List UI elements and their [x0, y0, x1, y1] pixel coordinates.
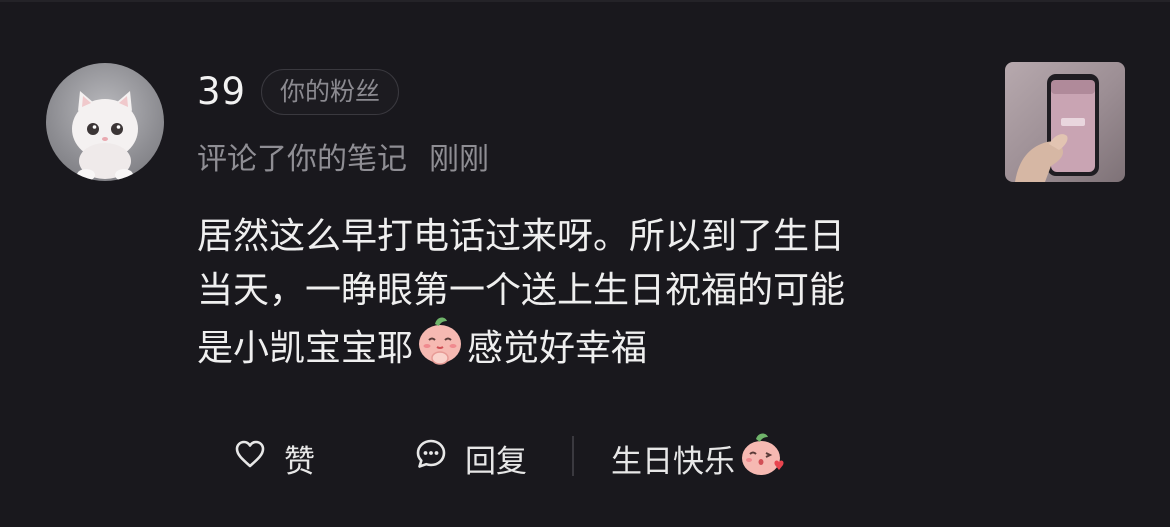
avatar[interactable] — [46, 63, 164, 181]
comment-line-last: 是小凯宝宝耶 感觉好幸福 — [197, 317, 957, 382]
heart-outline-icon — [234, 439, 266, 477]
fan-badge: 你的粉丝 — [261, 69, 400, 115]
peach-kiss-emoji-icon — [737, 429, 785, 487]
like-button[interactable]: 赞 — [234, 432, 315, 484]
comment-line: 是小凯宝宝耶 — [197, 328, 414, 369]
like-label: 赞 — [284, 443, 315, 480]
quick-reply-birthday-button[interactable]: 生日快乐 — [611, 432, 785, 484]
comment-line: 当天，一睁眼第一个送上生日祝福的可能 — [197, 270, 846, 311]
top-divider — [0, 0, 1170, 2]
white-kitten-avatar-image — [72, 91, 138, 181]
reply-label: 回复 — [465, 443, 527, 480]
action-divider — [572, 436, 574, 476]
username[interactable]: 39 — [197, 68, 246, 116]
comment-text: 居然这么早打电话过来呀。所以到了生日 当天，一睁眼第一个送上生日祝福的可能 是小… — [197, 210, 957, 382]
peach-praying-emoji-icon — [413, 312, 467, 382]
action-bar: 赞 回复 生日快乐 — [197, 432, 817, 484]
reply-button[interactable]: 回复 — [415, 432, 527, 484]
notification-meta: 评论了你的笔记 刚刚 — [197, 140, 489, 180]
comment-tail: 感觉好幸福 — [467, 328, 648, 369]
comment-line: 居然这么早打电话过来呀。所以到了生日 — [197, 216, 846, 257]
phone-in-hand-image — [1015, 74, 1099, 182]
timestamp: 刚刚 — [429, 142, 489, 177]
quick-reply-label: 生日快乐 — [611, 443, 735, 480]
note-thumbnail[interactable] — [1005, 62, 1125, 182]
action-text: 评论了你的笔记 — [197, 142, 407, 177]
chat-bubble-icon — [415, 438, 447, 478]
